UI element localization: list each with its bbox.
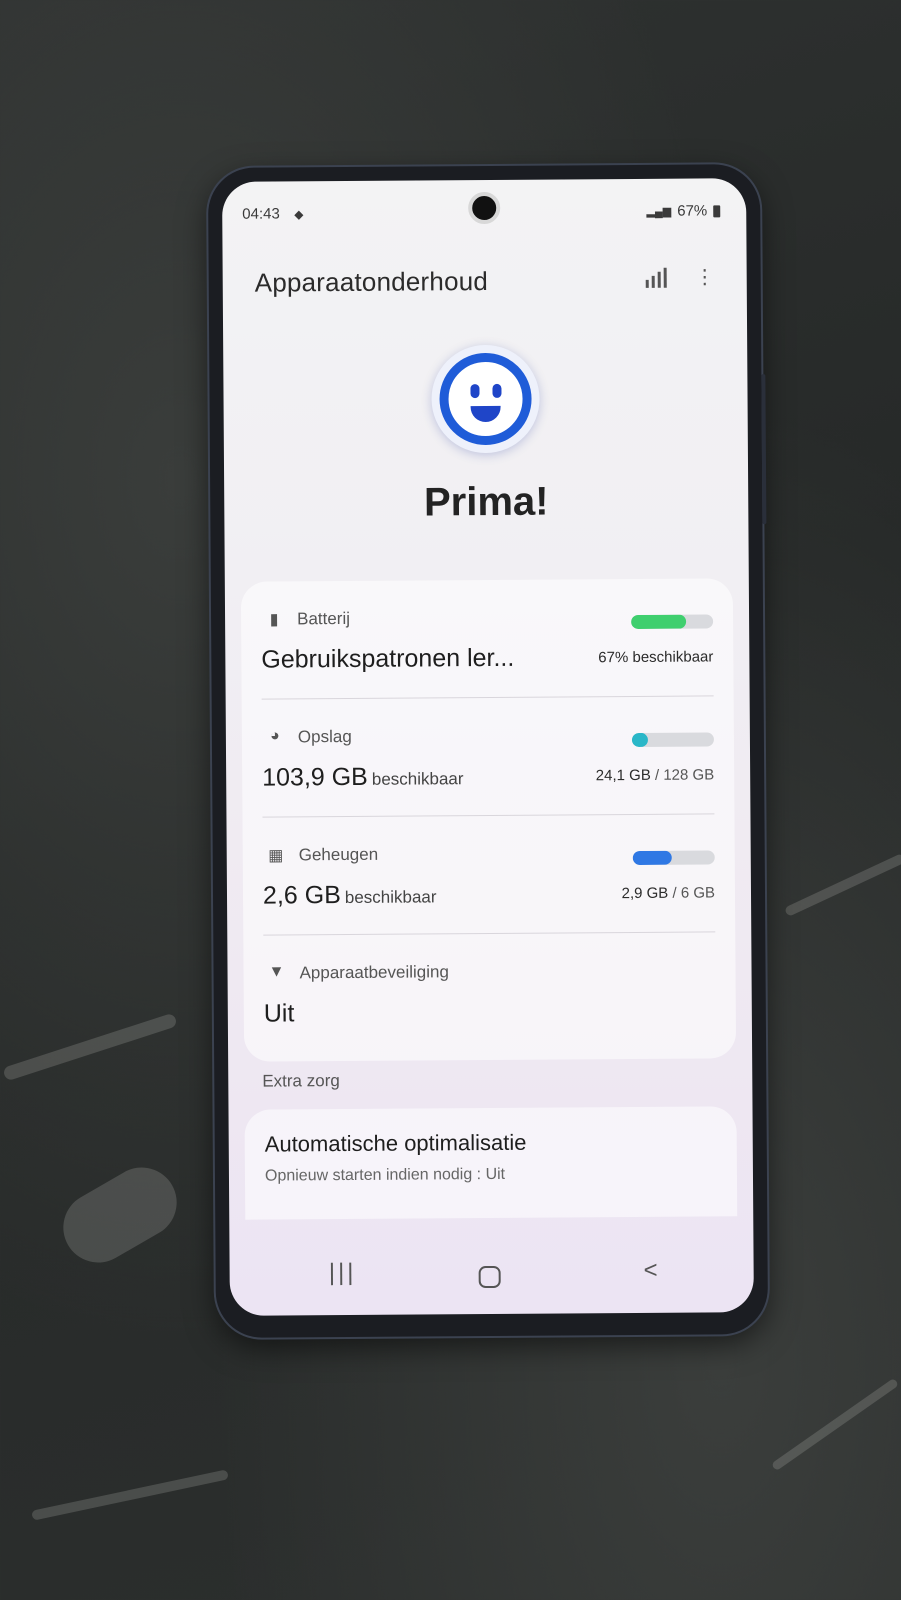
more-vertical-icon[interactable]: ⋮ <box>695 264 715 289</box>
auto-optimization-item[interactable]: Automatische optimalisatie Opnieuw start… <box>244 1106 738 1220</box>
memory-available-value: 2,6 GB <box>262 881 341 910</box>
device-status-text: Prima! <box>423 479 549 525</box>
battery-icon: ▮ <box>269 611 279 629</box>
phone-screen: 04:43 ◆ ▂▄▆ 67% Apparaatonderhoud ⋮ Prim… <box>222 178 754 1316</box>
memory-label: Geheugen <box>298 844 379 865</box>
marble-vein <box>770 1377 900 1472</box>
marble-vein <box>2 1012 178 1082</box>
marble-vein <box>31 1469 229 1521</box>
storage-bar-fill <box>631 732 648 747</box>
battery-bar-fill <box>631 614 687 629</box>
memory-available-label: beschikbaar <box>344 887 437 908</box>
battery-bar <box>631 614 714 629</box>
memory-bar <box>632 850 715 865</box>
storage-bar <box>631 732 714 747</box>
memory-row[interactable]: ▦ Geheugen 2,6 GB beschikbaar 2,9 GB / 6 … <box>262 814 716 936</box>
phone: 04:43 ◆ ▂▄▆ 67% Apparaatonderhoud ⋮ Prim… <box>207 164 769 1338</box>
battery-status-icon <box>713 204 721 217</box>
storage-main: 103,9 GB beschikbaar <box>262 762 464 792</box>
pie-icon: ◕ <box>269 727 280 745</box>
memory-total: / 6 GB <box>672 884 716 902</box>
shield-icon: ▼ <box>268 963 285 981</box>
storage-available-label: beschikbaar <box>371 769 464 789</box>
page-title: Apparaatonderhoud <box>254 265 489 298</box>
chip-icon: ▦ <box>268 847 284 865</box>
navigation-bar: ||| < <box>230 1256 754 1300</box>
app-header: Apparaatonderhoud ⋮ <box>255 264 715 307</box>
signal-icon: ▂▄▆ <box>646 205 672 218</box>
battery-label: Batterij <box>297 608 351 629</box>
back-icon[interactable]: < <box>626 1257 676 1297</box>
storage-available-value: 103,9 GB <box>262 762 368 792</box>
storage-usage: 24,1 GB / 128 GB <box>596 766 715 784</box>
security-label: Apparaatbeveiliging <box>299 962 449 983</box>
shield-status-icon: ◆ <box>294 207 304 222</box>
front-camera <box>468 191 501 225</box>
status-smiley-icon <box>431 344 540 454</box>
storage-row[interactable]: ◕ Opslag 103,9 GB beschikbaar 24,1 GB / 1… <box>262 696 715 818</box>
memory-bar-fill <box>632 850 673 865</box>
recent-apps-icon[interactable]: ||| <box>318 1259 368 1299</box>
battery-row[interactable]: ▮ Batterij Gebruikspatronen ler... 67% b… <box>261 578 714 700</box>
storage-total: / 128 GB <box>654 766 715 784</box>
home-icon[interactable] <box>465 1258 515 1298</box>
security-row[interactable]: ▼ Apparaatbeveiliging Uit <box>263 932 716 1053</box>
memory-main: 2,6 GB beschikbaar <box>263 880 437 910</box>
memory-used: 2,9 GB <box>621 884 669 903</box>
battery-available: 67% beschikbaar <box>598 648 714 667</box>
storage-label: Opslag <box>297 726 352 747</box>
storage-used: 24,1 GB <box>595 766 651 785</box>
memory-usage: 2,9 GB / 6 GB <box>622 884 716 902</box>
volume-button <box>761 374 767 525</box>
auto-optimization-subtitle: Opnieuw starten indien nodig : Uit <box>264 1165 506 1185</box>
maintenance-card: ▮ Batterij Gebruikspatronen ler... 67% b… <box>240 578 737 1062</box>
security-main: Uit <box>263 999 295 1028</box>
auto-optimization-title: Automatische optimalisatie <box>264 1129 527 1157</box>
marble-vein <box>783 852 901 918</box>
marble-vein <box>50 1154 190 1276</box>
status-time: 04:43 <box>242 205 280 223</box>
battery-percent: 67% <box>677 202 708 220</box>
battery-main: Gebruikspatronen ler... <box>261 643 515 674</box>
extra-care-label: Extra zorg <box>262 1071 340 1091</box>
bar-chart-icon[interactable] <box>645 267 667 288</box>
